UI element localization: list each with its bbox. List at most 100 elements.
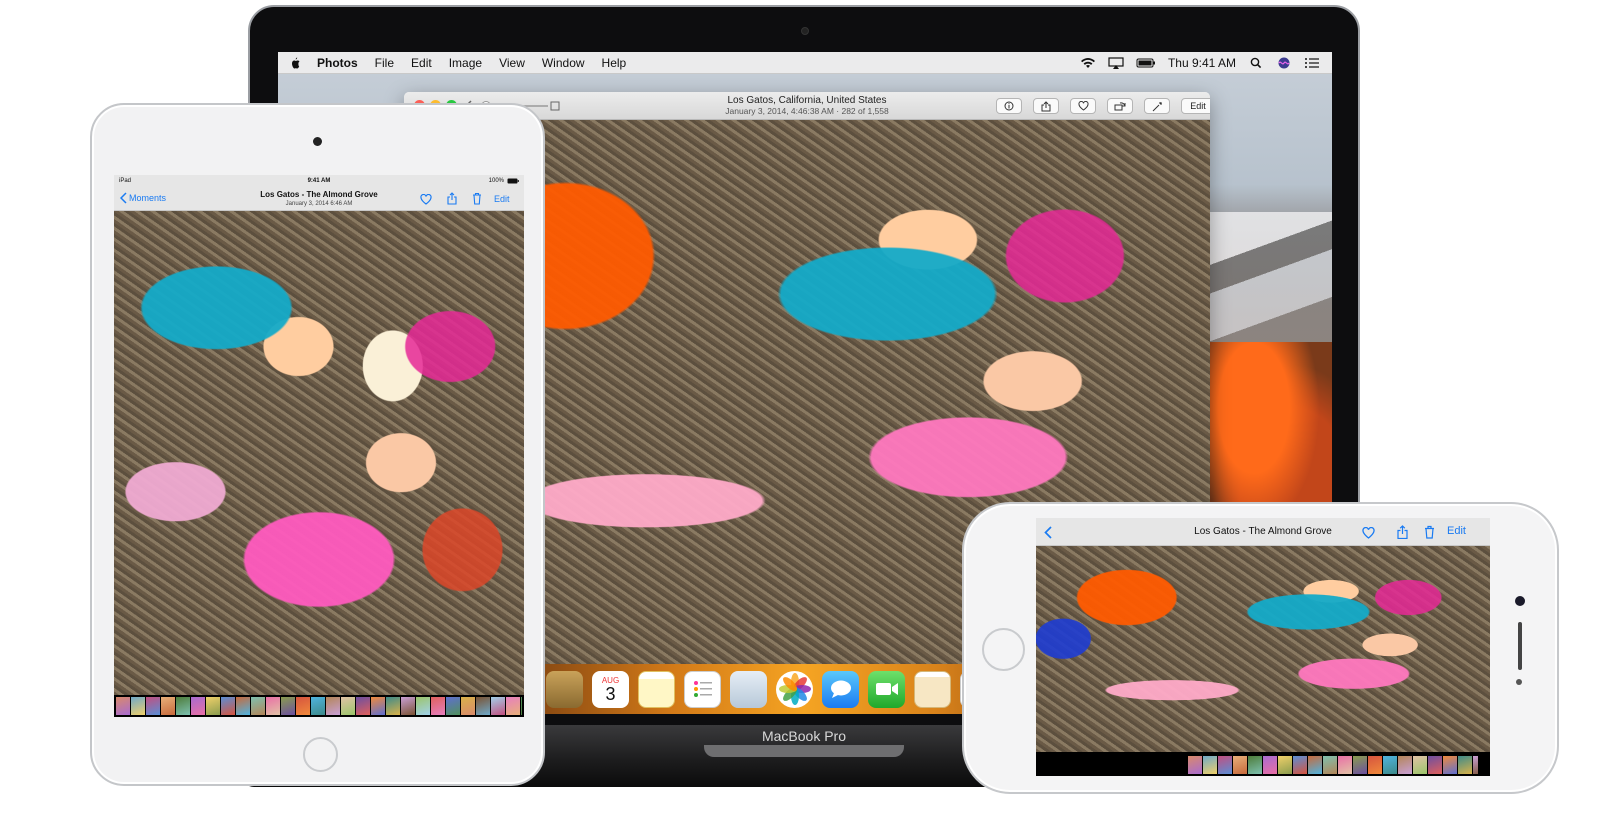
rotate-button[interactable] bbox=[1107, 98, 1133, 114]
filmstrip-thumbnail[interactable] bbox=[356, 697, 370, 715]
edit-button[interactable]: Edit bbox=[494, 194, 510, 204]
favorite-heart-icon[interactable] bbox=[420, 194, 432, 205]
filmstrip-thumbnail[interactable] bbox=[266, 697, 280, 715]
favorite-button[interactable] bbox=[1070, 98, 1096, 114]
filmstrip-thumbnail[interactable] bbox=[431, 697, 445, 715]
status-time: 9:41 AM bbox=[307, 178, 331, 184]
pages-icon[interactable] bbox=[914, 670, 951, 708]
filmstrip-thumbnail[interactable] bbox=[401, 697, 415, 715]
notification-center-icon[interactable] bbox=[1304, 57, 1320, 69]
wifi-icon[interactable] bbox=[1080, 57, 1096, 69]
filmstrip-thumbnail[interactable] bbox=[311, 697, 325, 715]
menu-bar: Photos File Edit Image View Window Help … bbox=[278, 52, 1332, 74]
filmstrip-thumbnail[interactable] bbox=[1338, 756, 1352, 774]
filmstrip-thumbnail[interactable] bbox=[1278, 756, 1292, 774]
photo-viewer-image[interactable] bbox=[1036, 546, 1490, 752]
apple-logo-icon[interactable] bbox=[290, 57, 300, 69]
enhance-button[interactable] bbox=[1144, 98, 1170, 114]
menu-help[interactable]: Help bbox=[602, 56, 627, 70]
filmstrip-thumbnail[interactable] bbox=[1353, 756, 1367, 774]
filmstrip-thumbnail[interactable] bbox=[251, 697, 265, 715]
filmstrip-thumbnail[interactable] bbox=[1233, 756, 1247, 774]
filmstrip-thumbnail[interactable] bbox=[1263, 756, 1277, 774]
ipad-screen: iPad 9:41 AM 100% Moments Los Gatos - Th… bbox=[114, 175, 524, 717]
edit-button[interactable]: Edit bbox=[1181, 98, 1210, 114]
reminders-icon[interactable] bbox=[684, 670, 721, 708]
menu-edit[interactable]: Edit bbox=[411, 56, 432, 70]
filmstrip-thumbnail[interactable] bbox=[416, 697, 430, 715]
filmstrip-thumbnail[interactable] bbox=[161, 697, 175, 715]
filmstrip-thumbnail[interactable] bbox=[1458, 756, 1472, 774]
menu-app-photos[interactable]: Photos bbox=[317, 56, 358, 70]
filmstrip-thumbnail[interactable] bbox=[116, 697, 130, 715]
info-button[interactable] bbox=[996, 98, 1022, 114]
filmstrip-thumbnail[interactable] bbox=[1218, 756, 1232, 774]
spotlight-search-icon[interactable] bbox=[1248, 57, 1264, 69]
filmstrip-thumbnail[interactable] bbox=[341, 697, 355, 715]
filmstrip-thumbnail[interactable] bbox=[1248, 756, 1262, 774]
trash-icon[interactable] bbox=[1424, 525, 1435, 539]
facetime-camera bbox=[801, 27, 809, 35]
filmstrip-thumbnail[interactable] bbox=[296, 697, 310, 715]
filmstrip-thumbnail[interactable] bbox=[1473, 756, 1478, 774]
share-icon[interactable] bbox=[1397, 525, 1408, 539]
filmstrip-thumbnail[interactable] bbox=[1428, 756, 1442, 774]
menu-image[interactable]: Image bbox=[449, 56, 482, 70]
facetime-icon[interactable] bbox=[868, 670, 905, 708]
photo-browser-icon[interactable] bbox=[546, 670, 583, 708]
filmstrip-thumbnail[interactable] bbox=[1203, 756, 1217, 774]
favorite-heart-icon[interactable] bbox=[1362, 527, 1375, 539]
filmstrip-thumbnail[interactable] bbox=[1383, 756, 1397, 774]
share-icon[interactable] bbox=[447, 192, 457, 205]
filmstrip-thumbnail[interactable] bbox=[221, 697, 235, 715]
filmstrip-thumbnail[interactable] bbox=[1308, 756, 1322, 774]
photos-icon[interactable] bbox=[776, 670, 813, 708]
home-button[interactable] bbox=[303, 737, 338, 772]
filmstrip-thumbnail[interactable] bbox=[1188, 756, 1202, 774]
menubar-clock[interactable]: Thu 9:41 AM bbox=[1168, 56, 1236, 70]
ipad-navigation-bar: Moments Los Gatos - The Almond Grove Jan… bbox=[114, 187, 524, 211]
macbook-hinge-notch bbox=[704, 745, 904, 757]
filmstrip-thumbnail[interactable] bbox=[1413, 756, 1427, 774]
filmstrip-thumbnail[interactable] bbox=[326, 697, 340, 715]
filmstrip-thumbnail[interactable] bbox=[521, 697, 522, 715]
filmstrip-thumbnail[interactable] bbox=[1398, 756, 1412, 774]
filmstrip-thumbnail[interactable] bbox=[1323, 756, 1337, 774]
preview-icon[interactable] bbox=[730, 670, 767, 708]
thumbnail-filmstrip[interactable] bbox=[1188, 756, 1478, 774]
magic-wand-icon bbox=[1152, 101, 1162, 111]
filmstrip-thumbnail[interactable] bbox=[1443, 756, 1457, 774]
airplay-icon[interactable] bbox=[1108, 56, 1124, 69]
calendar-icon[interactable]: AUG 3 bbox=[592, 670, 629, 708]
battery-icon[interactable] bbox=[1136, 57, 1156, 69]
share-button[interactable] bbox=[1033, 98, 1059, 114]
trash-icon[interactable] bbox=[472, 192, 482, 205]
filmstrip-thumbnail[interactable] bbox=[146, 697, 160, 715]
filmstrip-thumbnail[interactable] bbox=[191, 697, 205, 715]
filmstrip-thumbnail[interactable] bbox=[506, 697, 520, 715]
menu-file[interactable]: File bbox=[375, 56, 394, 70]
photo-viewer-image[interactable] bbox=[114, 211, 524, 695]
filmstrip-thumbnail[interactable] bbox=[446, 697, 460, 715]
edit-button[interactable]: Edit bbox=[1447, 525, 1466, 537]
siri-icon[interactable] bbox=[1276, 57, 1292, 69]
filmstrip-thumbnail[interactable] bbox=[476, 697, 490, 715]
filmstrip-thumbnail[interactable] bbox=[1368, 756, 1382, 774]
filmstrip-thumbnail[interactable] bbox=[236, 697, 250, 715]
home-button[interactable] bbox=[982, 628, 1025, 671]
notes-icon[interactable] bbox=[638, 670, 675, 708]
filmstrip-thumbnail[interactable] bbox=[386, 697, 400, 715]
filmstrip-thumbnail[interactable] bbox=[206, 697, 220, 715]
menu-view[interactable]: View bbox=[499, 56, 525, 70]
filmstrip-thumbnail[interactable] bbox=[491, 697, 505, 715]
menu-window[interactable]: Window bbox=[542, 56, 585, 70]
messages-icon[interactable] bbox=[822, 670, 859, 708]
filmstrip-thumbnail[interactable] bbox=[371, 697, 385, 715]
iphone-screen: Los Gatos - The Almond Grove Edit bbox=[1036, 518, 1490, 776]
filmstrip-thumbnail[interactable] bbox=[461, 697, 475, 715]
thumbnail-filmstrip[interactable] bbox=[116, 697, 522, 715]
filmstrip-thumbnail[interactable] bbox=[1293, 756, 1307, 774]
filmstrip-thumbnail[interactable] bbox=[281, 697, 295, 715]
filmstrip-thumbnail[interactable] bbox=[176, 697, 190, 715]
filmstrip-thumbnail[interactable] bbox=[131, 697, 145, 715]
